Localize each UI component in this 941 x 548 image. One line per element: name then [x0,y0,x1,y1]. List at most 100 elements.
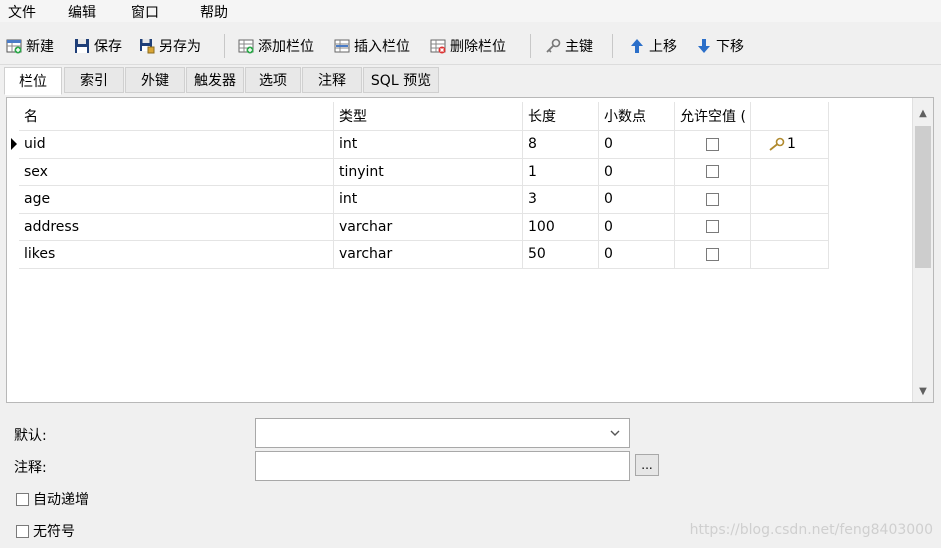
tab-options[interactable]: 选项 [245,67,301,93]
move-down-label: 下移 [716,39,744,55]
cell-nullable[interactable] [675,241,751,269]
comment-ellipsis-button[interactable]: ... [635,454,659,476]
cell-type[interactable]: varchar [334,213,523,241]
save-as-button-label: 另存为 [159,39,201,55]
columns-grid: 名类型 长度 小数点 允许空值 (uid int 8 0 1 sex tinyint 1 0 age in… [6,97,934,403]
delete-column-label: 删除栏位 [450,39,506,55]
primary-key-button[interactable]: 主键 [545,36,593,56]
cell-decimals[interactable]: 0 [599,131,675,159]
delete-column-button[interactable]: 删除栏位 [430,36,506,56]
unsigned-row[interactable]: 无符号 [16,521,75,541]
cell-name[interactable]: likes [19,241,334,269]
insert-column-button[interactable]: 插入栏位 [334,36,410,56]
scroll-up-icon[interactable]: ▲ [913,104,933,122]
toolbar: 新建 保存 另存为 添加栏位 插入栏位 删除栏位 主键 上移 下移 [0,28,941,65]
comment-input[interactable] [255,451,630,481]
insert-column-icon [334,38,350,54]
menu-file[interactable]: 文件 [8,2,36,22]
auto-increment-checkbox[interactable] [16,492,29,506]
allow-null-checkbox[interactable] [706,192,719,206]
column-header-type[interactable]: 类型 [334,102,523,131]
column-header-decimals[interactable]: 小数点 [599,102,675,131]
allow-null-checkbox[interactable] [706,247,719,261]
cell-nullable[interactable] [675,131,751,159]
add-column-icon [238,38,254,54]
cell-decimals[interactable]: 0 [599,186,675,214]
default-select[interactable] [255,418,630,448]
arrow-up-icon [629,38,645,54]
cell-name[interactable]: sex [19,158,334,186]
save-button[interactable]: 保存 [74,36,122,56]
cell-length[interactable]: 100 [523,213,599,241]
field-properties-panel: 默认: 注释: ... 自动递增 无符号 https://blog.csdn.n… [0,404,941,548]
tab-indexes[interactable]: 索引 [64,67,124,93]
comment-label: 注释: [14,460,47,476]
cell-key[interactable]: 1 [751,131,829,159]
chevron-down-icon [609,427,621,443]
cell-key[interactable] [751,213,829,241]
menu-window[interactable]: 窗口 [131,2,159,22]
tab-foreign-keys[interactable]: 外键 [125,67,185,93]
delete-column-icon [430,38,446,54]
save-as-icon [139,38,155,54]
allow-null-checkbox[interactable] [706,165,719,179]
cell-length[interactable]: 8 [523,131,599,159]
tab-triggers[interactable]: 触发器 [186,67,244,93]
toolbar-separator [224,34,225,58]
cell-name[interactable]: uid [19,131,334,159]
allow-null-checkbox[interactable] [706,137,719,151]
cell-name[interactable]: address [19,213,334,241]
cell-length[interactable]: 3 [523,186,599,214]
tab-sql-preview[interactable]: SQL 预览 [363,67,439,93]
insert-column-label: 插入栏位 [354,39,410,55]
cell-decimals[interactable]: 0 [599,213,675,241]
unsigned-checkbox[interactable] [16,524,29,538]
menu-help[interactable]: 帮助 [200,2,228,22]
menu-edit[interactable]: 编辑 [68,2,96,22]
tab-comment[interactable]: 注释 [302,67,362,93]
cell-type[interactable]: int [334,131,523,159]
cell-type[interactable]: int [334,186,523,214]
cell-type[interactable]: varchar [334,241,523,269]
move-up-button[interactable]: 上移 [629,36,677,56]
cell-type[interactable]: tinyint [334,158,523,186]
default-label: 默认: [14,428,47,444]
vertical-scrollbar[interactable]: ▲ ▼ [912,98,933,402]
cell-key[interactable] [751,158,829,186]
save-as-button[interactable]: 另存为 [139,36,201,56]
move-up-label: 上移 [649,39,677,55]
cell-decimals[interactable]: 0 [599,241,675,269]
cell-decimals[interactable]: 0 [599,158,675,186]
column-header-name[interactable]: 名 [19,102,334,131]
move-down-button[interactable]: 下移 [696,36,744,56]
auto-increment-label: 自动递增 [33,492,89,508]
toolbar-separator [612,34,613,58]
cell-nullable[interactable] [675,158,751,186]
watermark: https://blog.csdn.net/feng8403000 [689,522,933,538]
auto-increment-row[interactable]: 自动递增 [16,489,89,509]
menu-bar: 文件 编辑 窗口 帮助 [0,0,941,22]
cell-key[interactable] [751,186,829,214]
column-header-key[interactable] [751,102,829,131]
tab-columns[interactable]: 栏位 [4,67,62,95]
scroll-down-icon[interactable]: ▼ [913,382,933,400]
cell-key[interactable] [751,241,829,269]
cell-length[interactable]: 50 [523,241,599,269]
add-column-label: 添加栏位 [258,39,314,55]
column-header-nullable[interactable]: 允许空值 ( [675,102,751,131]
toolbar-separator [530,34,531,58]
cell-nullable[interactable] [675,213,751,241]
new-button[interactable]: 新建 [6,36,54,56]
cell-length[interactable]: 1 [523,158,599,186]
key-icon [545,38,561,54]
new-table-icon [6,38,22,54]
new-button-label: 新建 [26,39,54,55]
primary-key-order: 1 [787,136,796,153]
allow-null-checkbox[interactable] [706,220,719,234]
cell-nullable[interactable] [675,186,751,214]
add-column-button[interactable]: 添加栏位 [238,36,314,56]
cell-name[interactable]: age [19,186,334,214]
scrollbar-thumb[interactable] [915,126,931,268]
column-header-length[interactable]: 长度 [523,102,599,131]
arrow-down-icon [696,38,712,54]
